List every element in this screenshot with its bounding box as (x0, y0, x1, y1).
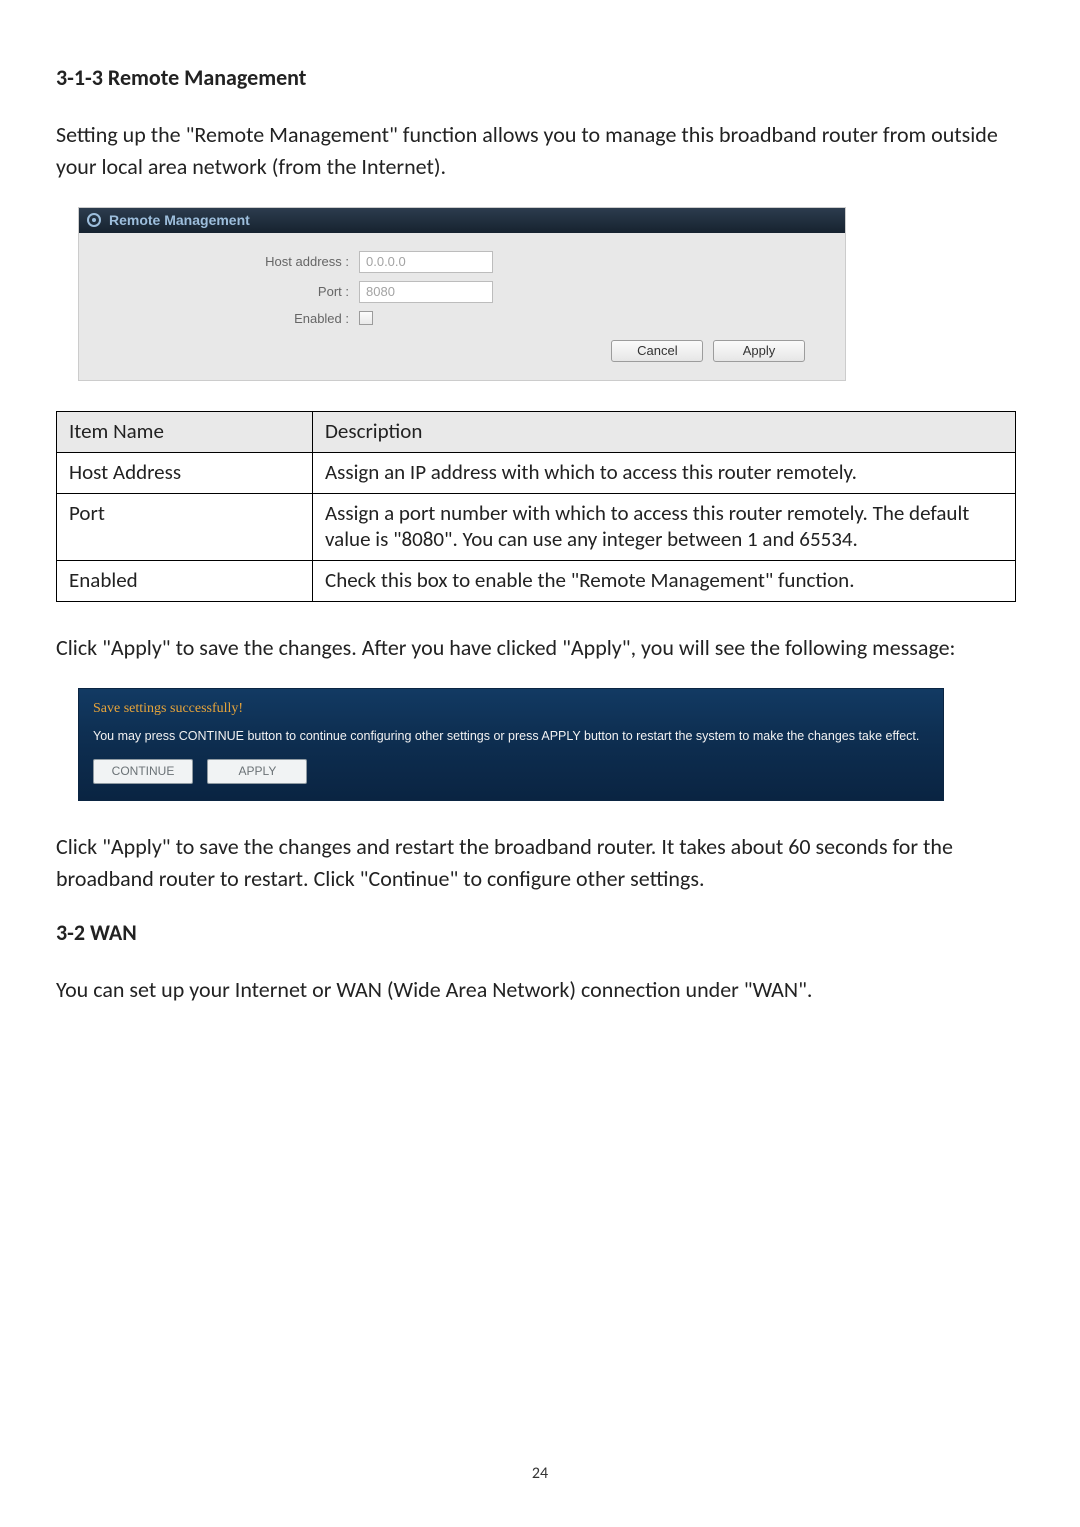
host-address-label: Host address : (99, 254, 359, 269)
host-address-input[interactable] (359, 251, 493, 273)
header-item-name: Item Name (57, 411, 313, 452)
document-page: 3-1-3 Remote Management Setting up the "… (0, 0, 1080, 1527)
continue-button[interactable]: CONTINUE (93, 759, 193, 784)
after-table-paragraph: Click "Apply" to save the changes. After… (56, 632, 1024, 664)
save-settings-panel: Save settings successfully! You may pres… (78, 688, 944, 802)
intro-paragraph: Setting up the "Remote Management" funct… (56, 119, 1024, 183)
cell-item-name: Enabled (57, 560, 313, 601)
cancel-button[interactable]: Cancel (611, 340, 703, 362)
table-row: Port Assign a port number with which to … (57, 493, 1016, 560)
panel-body: Host address : Port : Enabled : Cancel A… (79, 233, 845, 380)
apply-save-button[interactable]: APPLY (207, 759, 307, 784)
apply-button[interactable]: Apply (713, 340, 805, 362)
cell-item-name: Host Address (57, 452, 313, 493)
page-number: 24 (0, 1464, 1080, 1483)
wan-paragraph: You can set up your Internet or WAN (Wid… (56, 974, 1024, 1006)
header-description: Description (313, 411, 1016, 452)
bullet-icon (87, 213, 101, 227)
table-row: Host Address Assign an IP address with w… (57, 452, 1016, 493)
after-save-paragraph: Click "Apply" to save the changes and re… (56, 831, 1024, 895)
cell-description: Check this box to enable the "Remote Man… (313, 560, 1016, 601)
section-heading-remote-management: 3-1-3 Remote Management (56, 64, 1024, 91)
save-settings-title: Save settings successfully! (93, 701, 929, 717)
section-heading-wan: 3-2 WAN (56, 919, 1024, 946)
enabled-checkbox[interactable] (359, 311, 373, 325)
cell-description: Assign an IP address with which to acces… (313, 452, 1016, 493)
table-row: Enabled Check this box to enable the "Re… (57, 560, 1016, 601)
enabled-row: Enabled : (99, 311, 825, 326)
panel-header-title: Remote Management (109, 212, 250, 228)
panel-header: Remote Management (79, 208, 845, 233)
table-header-row: Item Name Description (57, 411, 1016, 452)
cell-description: Assign a port number with which to acces… (313, 493, 1016, 560)
cell-item-name: Port (57, 493, 313, 560)
panel-button-row: Cancel Apply (99, 334, 825, 366)
host-address-row: Host address : (99, 251, 825, 273)
remote-management-panel: Remote Management Host address : Port : … (78, 207, 846, 381)
description-table: Item Name Description Host Address Assig… (56, 411, 1016, 602)
save-settings-message: You may press CONTINUE button to continu… (93, 727, 929, 746)
port-row: Port : (99, 281, 825, 303)
port-label: Port : (99, 284, 359, 299)
enabled-label: Enabled : (99, 311, 359, 326)
port-input[interactable] (359, 281, 493, 303)
